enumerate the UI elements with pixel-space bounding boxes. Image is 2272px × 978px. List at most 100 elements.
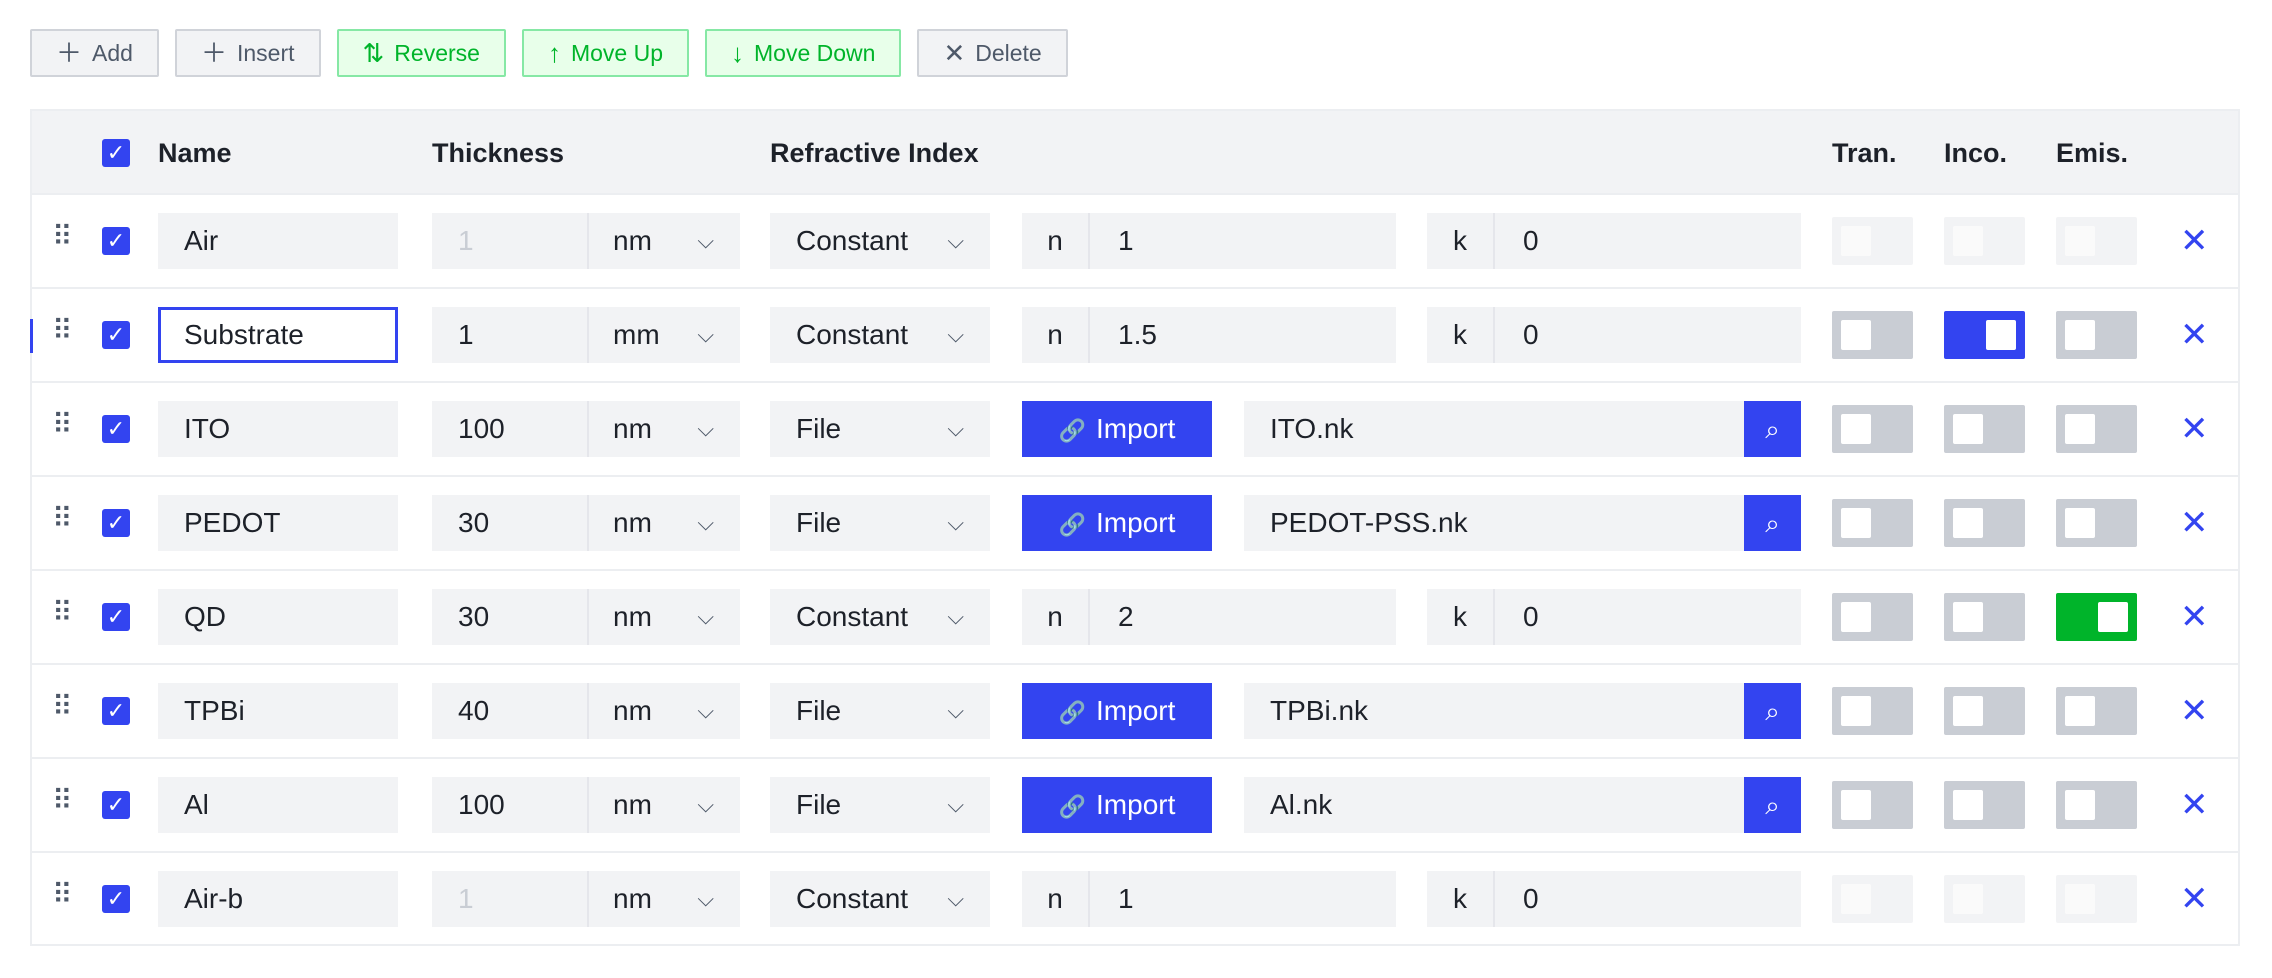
inco-toggle[interactable]: [1944, 311, 2025, 359]
search-button[interactable]: ⌕: [1744, 495, 1801, 551]
move-down-button[interactable]: ↓ Move Down: [705, 29, 902, 77]
index-mode-select[interactable]: Constant ⌵: [770, 871, 990, 927]
unit-select[interactable]: nm ⌵: [587, 777, 740, 833]
n-value-input[interactable]: 1: [1090, 213, 1396, 269]
thickness-input[interactable]: 30: [432, 589, 587, 645]
delete-button[interactable]: ✕ Delete: [917, 29, 1068, 77]
emis-toggle[interactable]: [2056, 311, 2137, 359]
tran-toggle[interactable]: [1832, 405, 1913, 453]
inco-toggle[interactable]: [1944, 687, 2025, 735]
delete-row-icon[interactable]: ✕: [2180, 311, 2209, 359]
thickness-input[interactable]: 40: [432, 683, 587, 739]
tran-toggle[interactable]: [1832, 593, 1913, 641]
emis-toggle[interactable]: [2056, 593, 2137, 641]
index-mode-select[interactable]: File ⌵: [770, 683, 990, 739]
nk-file-input[interactable]: ITO.nk: [1244, 401, 1744, 457]
nk-file-input[interactable]: PEDOT-PSS.nk: [1244, 495, 1744, 551]
unit-select[interactable]: nm ⌵: [587, 589, 740, 645]
unit-select[interactable]: mm ⌵: [587, 307, 740, 363]
drag-handle-icon[interactable]: ⠿: [52, 505, 72, 533]
inco-toggle[interactable]: [1944, 593, 2025, 641]
move-up-button[interactable]: ↑ Move Up: [521, 29, 689, 77]
row-checkbox[interactable]: ✓: [102, 697, 130, 725]
thickness-input[interactable]: 100: [432, 777, 587, 833]
row-checkbox[interactable]: ✓: [102, 321, 130, 349]
import-button[interactable]: 🔗 Import: [1022, 401, 1212, 457]
search-button[interactable]: ⌕: [1744, 683, 1801, 739]
inco-toggle[interactable]: [1944, 781, 2025, 829]
unit-select[interactable]: nm ⌵: [587, 495, 740, 551]
import-button[interactable]: 🔗 Import: [1022, 683, 1212, 739]
inco-toggle[interactable]: [1944, 499, 2025, 547]
unit-select[interactable]: nm ⌵: [587, 871, 740, 927]
drag-handle-icon[interactable]: ⠿: [52, 693, 72, 721]
delete-row-icon[interactable]: ✕: [2180, 781, 2209, 829]
k-value-input[interactable]: 0: [1495, 213, 1801, 269]
layer-name-input[interactable]: Air-b: [158, 871, 398, 927]
row-checkbox[interactable]: ✓: [102, 415, 130, 443]
tran-toggle[interactable]: [1832, 687, 1913, 735]
delete-row-icon[interactable]: ✕: [2180, 499, 2209, 547]
row-checkbox[interactable]: ✓: [102, 885, 130, 913]
delete-row-icon[interactable]: ✕: [2180, 593, 2209, 641]
insert-button[interactable]: ＋ Insert: [174, 29, 321, 77]
index-mode-select[interactable]: File ⌵: [770, 777, 990, 833]
layer-name-input[interactable]: Al: [158, 777, 398, 833]
layer-name-input[interactable]: TPBi: [158, 683, 398, 739]
n-value-input[interactable]: 2: [1090, 589, 1396, 645]
unit-select[interactable]: nm ⌵: [587, 401, 740, 457]
search-button[interactable]: ⌕: [1744, 401, 1801, 457]
drag-handle-icon[interactable]: ⠿: [52, 787, 72, 815]
emis-toggle[interactable]: [2056, 499, 2137, 547]
add-button[interactable]: ＋ Add: [30, 29, 159, 77]
thickness-input[interactable]: 1: [432, 213, 587, 269]
nk-file-input[interactable]: Al.nk: [1244, 777, 1744, 833]
drag-handle-icon[interactable]: ⠿: [52, 599, 72, 627]
drag-handle-icon[interactable]: ⠿: [52, 317, 72, 345]
layer-name-input[interactable]: Substrate: [158, 307, 398, 363]
select-all-checkbox[interactable]: ✓: [102, 139, 130, 167]
delete-row-icon[interactable]: ✕: [2180, 875, 2209, 923]
row-checkbox[interactable]: ✓: [102, 603, 130, 631]
k-value-input[interactable]: 0: [1495, 307, 1801, 363]
layer-name-input[interactable]: Air: [158, 213, 398, 269]
tran-toggle[interactable]: [1832, 311, 1913, 359]
row-checkbox[interactable]: ✓: [102, 509, 130, 537]
index-mode-select[interactable]: Constant ⌵: [770, 213, 990, 269]
row-checkbox[interactable]: ✓: [102, 227, 130, 255]
search-button[interactable]: ⌕: [1744, 777, 1801, 833]
layer-name-input[interactable]: PEDOT: [158, 495, 398, 551]
delete-row-icon[interactable]: ✕: [2180, 217, 2209, 265]
row-checkbox[interactable]: ✓: [102, 791, 130, 819]
thickness-input[interactable]: 1: [432, 307, 587, 363]
tran-toggle[interactable]: [1832, 781, 1913, 829]
index-mode-select[interactable]: File ⌵: [770, 495, 990, 551]
index-mode-select[interactable]: File ⌵: [770, 401, 990, 457]
layer-name-input[interactable]: ITO: [158, 401, 398, 457]
drag-handle-icon[interactable]: ⠿: [52, 411, 72, 439]
import-button[interactable]: 🔗 Import: [1022, 777, 1212, 833]
emis-toggle[interactable]: [2056, 687, 2137, 735]
drag-handle-icon[interactable]: ⠿: [52, 881, 72, 909]
unit-select[interactable]: nm ⌵: [587, 683, 740, 739]
nk-file-input[interactable]: TPBi.nk: [1244, 683, 1744, 739]
delete-row-icon[interactable]: ✕: [2180, 687, 2209, 735]
inco-toggle[interactable]: [1944, 405, 2025, 453]
delete-row-icon[interactable]: ✕: [2180, 405, 2209, 453]
k-value-input[interactable]: 0: [1495, 871, 1801, 927]
import-button[interactable]: 🔗 Import: [1022, 495, 1212, 551]
unit-select[interactable]: nm ⌵: [587, 213, 740, 269]
emis-toggle[interactable]: [2056, 405, 2137, 453]
thickness-input[interactable]: 100: [432, 401, 587, 457]
emis-toggle[interactable]: [2056, 781, 2137, 829]
thickness-input[interactable]: 30: [432, 495, 587, 551]
layer-name-input[interactable]: QD: [158, 589, 398, 645]
drag-handle-icon[interactable]: ⠿: [52, 223, 72, 251]
reverse-button[interactable]: ⇅ Reverse: [336, 29, 506, 77]
k-value-input[interactable]: 0: [1495, 589, 1801, 645]
n-value-input[interactable]: 1: [1090, 871, 1396, 927]
thickness-input[interactable]: 1: [432, 871, 587, 927]
index-mode-select[interactable]: Constant ⌵: [770, 307, 990, 363]
n-value-input[interactable]: 1.5: [1090, 307, 1396, 363]
tran-toggle[interactable]: [1832, 499, 1913, 547]
